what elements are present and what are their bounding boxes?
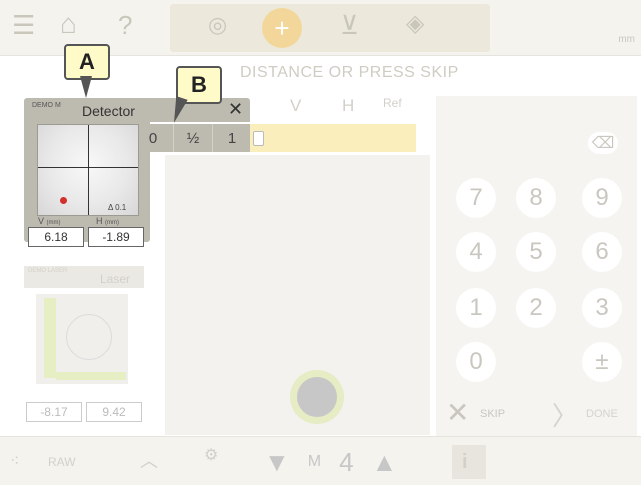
close-icon[interactable]: ✕: [228, 99, 243, 120]
measure-step-icon[interactable]: ⊻: [340, 12, 359, 38]
bottom-toolbar: ⁖ RAW ︿ ⚙ ▼ M 4 ▲ i: [0, 436, 641, 485]
v-unit: (mm): [46, 220, 61, 226]
info-icon[interactable]: i: [452, 445, 486, 479]
hamburger-menu-icon[interactable]: ☰: [12, 12, 35, 38]
laser-panel-header: DEMO LASER Laser: [24, 266, 144, 288]
resolution-selector: 0 ½ 1: [134, 124, 250, 152]
measure-button-core: [297, 377, 337, 417]
averaging-control: ▼ M 4 ▲: [264, 445, 424, 479]
key-4[interactable]: 4: [456, 232, 496, 272]
chevron-up-icon[interactable]: ︿: [140, 447, 158, 473]
average-icon: M: [307, 453, 322, 470]
skip-x-icon[interactable]: ✕: [446, 396, 469, 429]
done-chevron-icon[interactable]: 〉: [552, 396, 578, 433]
done-button[interactable]: DONE: [586, 408, 618, 420]
column-header-ref: Ref: [383, 96, 402, 110]
laser-x-value: -8.17: [26, 402, 82, 422]
callout-a-pointer: [80, 76, 92, 98]
key-plus-minus[interactable]: ±: [582, 342, 622, 382]
numeric-keypad: ⌫ 7 8 9 4 5 6 1 2 3 0 ± ✕ SKIP 〉 DONE: [436, 96, 637, 436]
target-vertical-line: [88, 125, 89, 215]
alignment-target-icon[interactable]: +: [262, 8, 302, 48]
key-1[interactable]: 1: [456, 288, 496, 328]
key-6[interactable]: 6: [582, 232, 622, 272]
tilt-indicator: Δ 0.1: [108, 203, 127, 212]
h-label: H (mm): [96, 216, 119, 226]
instruction-prompt: DISTANCE OR PRESS SKIP: [240, 64, 459, 81]
decrease-icon[interactable]: ▼: [264, 447, 290, 478]
key-5[interactable]: 5: [516, 232, 556, 272]
laser-title: Laser: [100, 272, 131, 286]
key-0[interactable]: 0: [456, 342, 496, 382]
sensor-connect-icon[interactable]: ◎: [208, 14, 227, 36]
active-measurement-row[interactable]: [250, 124, 416, 152]
column-header-v: V: [290, 96, 302, 115]
help-icon[interactable]: ?: [118, 12, 132, 38]
unit-label: mm: [618, 34, 635, 45]
v-label: V (mm): [38, 216, 61, 226]
column-header-h: H: [342, 96, 355, 115]
laser-crosshair-icon: [66, 314, 112, 360]
detector-v-value: 6.18: [28, 227, 84, 247]
key-3[interactable]: 3: [582, 288, 622, 328]
backspace-key[interactable]: ⌫: [588, 132, 618, 154]
target-horizontal-line: [38, 167, 138, 168]
shim-icon[interactable]: ◈: [406, 12, 424, 36]
key-8[interactable]: 8: [516, 178, 556, 218]
row-checkbox[interactable]: [253, 131, 264, 146]
average-count: 4: [339, 446, 354, 477]
detector-target-view: Δ 0.1: [37, 124, 139, 216]
laser-horizontal-bar: [56, 372, 126, 380]
info-glyph: i: [462, 451, 468, 473]
callout-a: A: [64, 44, 110, 80]
resolution-option-half[interactable]: ½: [173, 124, 212, 152]
laser-level-bar: [44, 298, 56, 378]
measure-button[interactable]: [290, 370, 344, 424]
v-label-text: V: [38, 216, 45, 226]
laser-mode-label: DEMO LASER: [28, 268, 68, 274]
home-icon[interactable]: ⌂: [60, 10, 77, 38]
skip-button[interactable]: SKIP: [480, 408, 505, 420]
resolution-option-1[interactable]: 1: [212, 124, 251, 152]
raw-scatter-icon: ⁖: [10, 453, 20, 470]
increase-icon[interactable]: ▲: [372, 447, 398, 478]
detector-h-value: -1.89: [88, 227, 144, 247]
measurement-steps-bar: ◎ + ⊻ ◈: [170, 4, 490, 52]
h-label-text: H: [96, 216, 103, 226]
resolution-option-0[interactable]: 0: [134, 124, 172, 152]
detector-mode-label: DEMO M: [32, 102, 61, 109]
key-7[interactable]: 7: [456, 178, 496, 218]
settings-icon[interactable]: ⚙: [204, 445, 218, 465]
h-unit: (mm): [105, 220, 120, 226]
detector-title: Detector: [82, 103, 135, 119]
laser-y-value: 9.42: [86, 402, 142, 422]
laser-spot-indicator: [60, 197, 67, 204]
raw-mode-button[interactable]: RAW: [48, 455, 76, 469]
key-9[interactable]: 9: [582, 178, 622, 218]
laser-target-view: [36, 294, 128, 384]
key-2[interactable]: 2: [516, 288, 556, 328]
